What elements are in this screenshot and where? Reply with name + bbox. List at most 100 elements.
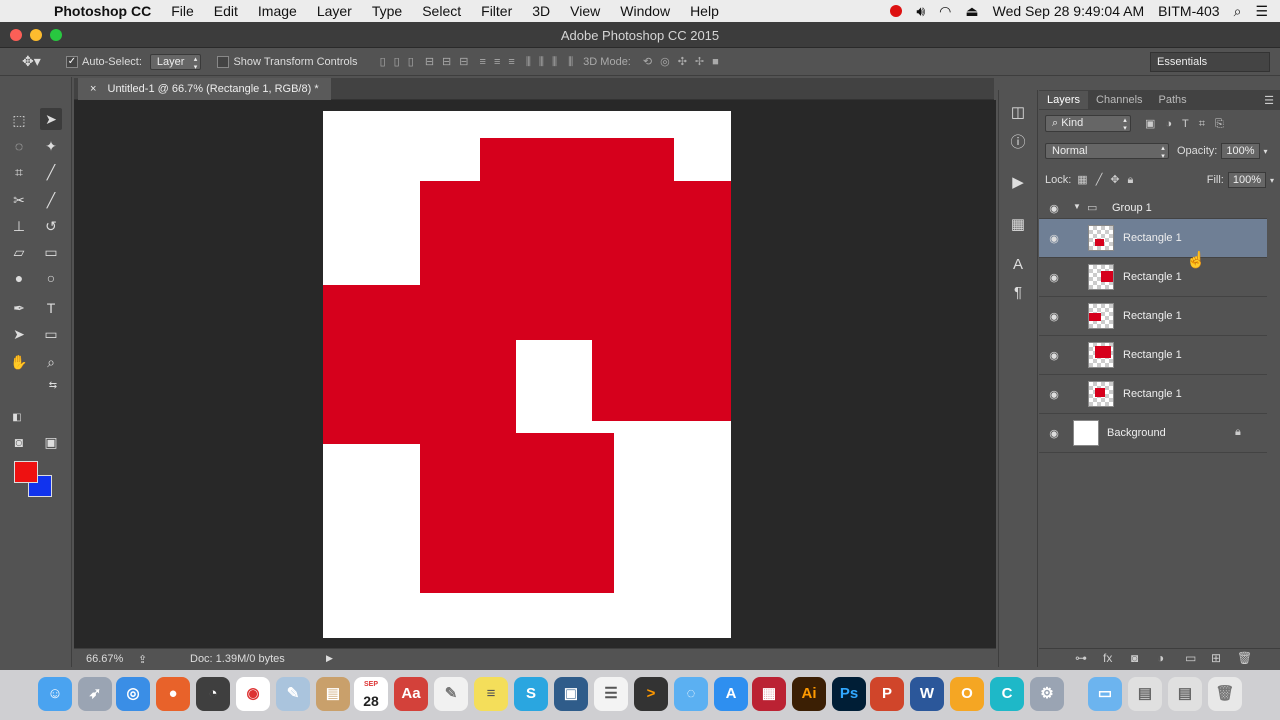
magic-wand-tool-icon[interactable]: ✦ xyxy=(40,135,62,157)
recording-icon[interactable] xyxy=(890,5,903,17)
layer-row[interactable]: ◉ Rectangle 1 xyxy=(1039,258,1267,297)
wifi-icon[interactable]: ◠ xyxy=(939,3,951,20)
character-panel-icon[interactable]: A xyxy=(1007,254,1029,276)
applications-folder-icon[interactable]: ▭ xyxy=(1088,677,1122,711)
menu-3d[interactable]: 3D xyxy=(532,3,550,19)
document-tab[interactable]: × Untitled-1 @ 66.7% (Rectangle 1, RGB/8… xyxy=(78,78,331,100)
opacity-slider-arrow-icon[interactable]: ▾ xyxy=(1264,147,1268,156)
layer-filter-dropdown[interactable]: ⌕ Kind xyxy=(1045,115,1131,132)
blend-mode-dropdown[interactable]: Normal xyxy=(1045,143,1169,160)
delete-layer-icon[interactable]: 🗑︎ xyxy=(1237,651,1252,665)
healing-brush-tool-icon[interactable]: ✂ xyxy=(8,189,30,211)
info-panel-icon[interactable]: ⓘ xyxy=(1007,132,1029,154)
layer-row[interactable]: ◉ Rectangle 1 xyxy=(1039,375,1267,414)
messages-icon[interactable]: ◌ xyxy=(674,677,708,711)
gradient-tool-icon[interactable]: ▭ xyxy=(40,241,62,263)
swap-colors-icon[interactable]: ⇆ xyxy=(42,375,64,397)
panel-menu-icon[interactable]: ☰ xyxy=(1264,94,1274,107)
visibility-eye-icon[interactable]: ◉ xyxy=(1047,388,1061,401)
app-store-icon[interactable]: A xyxy=(714,677,748,711)
link-layers-icon[interactable]: ⊶ xyxy=(1075,651,1087,665)
layer-row[interactable]: ◉ Rectangle 1 xyxy=(1039,297,1267,336)
background-layer-row[interactable]: ◉ Background 🔒︎ xyxy=(1039,414,1267,453)
document-info[interactable]: Doc: 1.39M/0 bytes xyxy=(190,653,285,665)
type-tool-icon[interactable]: T xyxy=(40,297,62,319)
path-selection-tool-icon[interactable]: ➤ xyxy=(8,323,30,345)
show-transform-checkbox[interactable] xyxy=(217,55,233,68)
export-icon[interactable]: ⇪ xyxy=(138,653,147,666)
layer-row[interactable]: ◉ Rectangle 1 xyxy=(1039,336,1267,375)
illustrator-icon[interactable]: Ai xyxy=(792,677,826,711)
clone-stamp-tool-icon[interactable]: ⊥ xyxy=(8,215,30,237)
swatches-panel-icon[interactable]: ▦ xyxy=(1007,214,1029,236)
zoom-tool-icon[interactable]: ⌕ xyxy=(40,351,62,373)
visibility-eye-icon[interactable]: ◉ xyxy=(1047,349,1061,362)
history-panel-icon[interactable]: ◫ xyxy=(1007,102,1029,124)
app-menu[interactable]: Photoshop CC xyxy=(54,3,151,19)
layer-row[interactable]: ◉ Rectangle 1 xyxy=(1039,219,1267,258)
layer-group-row[interactable]: ◉ ▼ ▭ Group 1 xyxy=(1039,197,1267,219)
opacity-input[interactable]: 100% xyxy=(1221,143,1260,159)
firefox-icon[interactable]: ● xyxy=(156,677,190,711)
workspace-dropdown[interactable]: Essentials xyxy=(1150,52,1270,72)
new-group-icon[interactable]: ▭ xyxy=(1185,651,1196,665)
layer-filter-icons[interactable]: ▣◑T⌗⎘ xyxy=(1145,117,1234,131)
adjustment-layer-icon[interactable]: ◑ xyxy=(1157,651,1164,665)
tab-layers[interactable]: Layers xyxy=(1039,91,1089,109)
brush-tool-icon[interactable]: ╱ xyxy=(40,189,62,211)
auto-select-dropdown[interactable]: Layer xyxy=(149,53,202,71)
chrome-icon[interactable]: ◉ xyxy=(236,677,270,711)
red-rectangle-shape[interactable] xyxy=(323,285,521,444)
reminders-icon[interactable]: ☰ xyxy=(594,677,628,711)
auto-select-checkbox[interactable]: ✓ xyxy=(66,55,82,68)
clock[interactable]: Wed Sep 28 9:49:04 AM xyxy=(993,3,1145,19)
crop-tool-icon[interactable]: ⌗ xyxy=(8,161,30,183)
close-tab-icon[interactable]: × xyxy=(90,83,96,95)
document-canvas[interactable] xyxy=(323,111,731,638)
menu-view[interactable]: View xyxy=(570,3,600,19)
blur-tool-icon[interactable]: ● xyxy=(8,267,30,289)
terminal-icon[interactable]: > xyxy=(634,677,668,711)
visibility-eye-icon[interactable]: ◉ xyxy=(1047,271,1061,284)
visibility-eye-icon[interactable]: ◉ xyxy=(1047,310,1061,323)
powerpoint-icon[interactable]: P xyxy=(870,677,904,711)
word-icon[interactable]: W xyxy=(910,677,944,711)
menu-layer[interactable]: Layer xyxy=(317,3,352,19)
dodge-tool-icon[interactable]: ○ xyxy=(40,267,62,289)
contacts-icon[interactable]: ▤ xyxy=(316,677,350,711)
trash-icon[interactable]: 🗑︎ xyxy=(1208,677,1242,711)
3d-mode-icons[interactable]: ⟲ ◎ ✣ ✢ ■ xyxy=(639,55,723,68)
move-tool-preset-icon[interactable]: ✥▾ xyxy=(22,53,46,70)
lock-icon[interactable]: 🔒︎ xyxy=(1235,426,1241,439)
menu-file[interactable]: File xyxy=(171,3,194,19)
menu-window[interactable]: Window xyxy=(620,3,670,19)
hand-tool-icon[interactable]: ✋ xyxy=(8,351,30,373)
menu-select[interactable]: Select xyxy=(422,3,461,19)
red-rectangle-shape[interactable] xyxy=(516,433,614,593)
foreground-color-swatch[interactable] xyxy=(14,461,38,483)
photoshop-icon[interactable]: Ps xyxy=(832,677,866,711)
status-menu-arrow-icon[interactable]: ▶ xyxy=(326,653,333,664)
move-tool-icon[interactable]: ➤ xyxy=(40,108,62,130)
pen-tool-icon[interactable]: ✒ xyxy=(8,297,30,319)
visibility-eye-icon[interactable]: ◉ xyxy=(1047,202,1061,215)
zoom-level[interactable]: 66.67% xyxy=(86,653,123,665)
lasso-tool-icon[interactable]: ◌ xyxy=(8,135,30,157)
system-preferences-icon[interactable]: ⚙ xyxy=(1030,677,1064,711)
marquee-tool-icon[interactable]: ⬚ xyxy=(8,109,30,131)
menu-image[interactable]: Image xyxy=(258,3,297,19)
menu-filter[interactable]: Filter xyxy=(481,3,512,19)
preview-icon[interactable]: ✎ xyxy=(276,677,310,711)
menu-edit[interactable]: Edit xyxy=(214,3,238,19)
align-icons[interactable]: ▯ ▯ ▯ ⊟ ⊟ ⊟ ≡ ≡ ≡ ⫼ ⫼ ⫼ ⫼ xyxy=(376,55,578,69)
visibility-eye-icon[interactable]: ◉ xyxy=(1047,232,1061,245)
finder-icon[interactable]: ☺ xyxy=(38,677,72,711)
safari-icon[interactable]: ◎ xyxy=(116,677,150,711)
user-name[interactable]: BITM-403 xyxy=(1158,3,1219,19)
downloads-stack-icon[interactable]: ▤ xyxy=(1128,677,1162,711)
photo-booth-icon[interactable]: ▦ xyxy=(752,677,786,711)
history-brush-tool-icon[interactable]: ↺ xyxy=(40,215,62,237)
eraser-tool-icon[interactable]: ▱ xyxy=(8,241,30,263)
notification-center-icon[interactable]: ☰ xyxy=(1255,3,1268,20)
dashboard-icon[interactable]: ◔ xyxy=(196,677,230,711)
